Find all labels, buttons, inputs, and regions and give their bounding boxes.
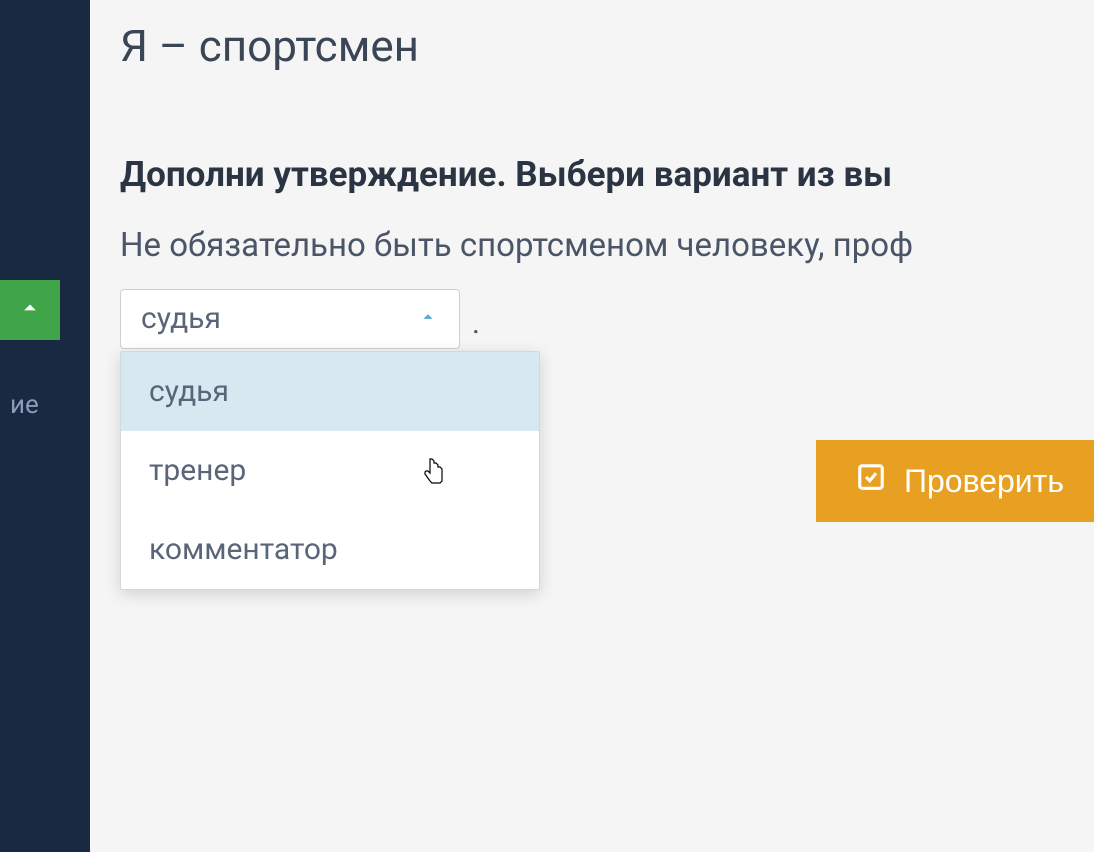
check-icon: [856, 462, 886, 500]
chevron-up-icon: [417, 301, 439, 336]
main-content: Я – спортсмен Дополни утверждение. Выбер…: [90, 0, 1094, 852]
sidebar-toggle-button[interactable]: [0, 280, 60, 340]
task-instruction: Дополни утверждение. Выбери вариант из в…: [120, 152, 1094, 198]
dropdown-container: судья судья тренер комментатор: [120, 289, 460, 349]
check-button-label: Проверить: [904, 463, 1064, 500]
dropdown-option-2[interactable]: комментатор: [121, 510, 539, 589]
dropdown-select[interactable]: судья: [120, 289, 460, 349]
dropdown-option-0[interactable]: судья: [121, 352, 539, 431]
dropdown-option-1[interactable]: тренер: [121, 431, 539, 510]
sidebar-partial-label: ие: [0, 390, 39, 420]
dropdown-menu: судья тренер комментатор: [120, 351, 540, 590]
check-button[interactable]: Проверить: [816, 440, 1094, 522]
sentence-period: .: [472, 306, 480, 341]
dropdown-selected-value: судья: [141, 301, 221, 336]
chevron-up-icon: [16, 294, 44, 326]
sidebar: ие: [0, 0, 90, 852]
page-title: Я – спортсмен: [120, 20, 1094, 72]
question-text: Не обязательно быть спортсменом человеку…: [120, 223, 1094, 269]
